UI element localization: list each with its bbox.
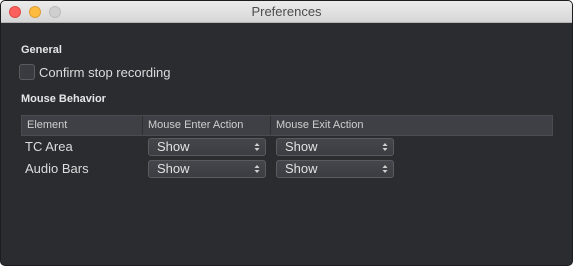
- general-heading: General: [21, 44, 62, 56]
- audio-bars-exit-action-select[interactable]: Show: [276, 160, 394, 178]
- tc-area-exit-action-select[interactable]: Show: [276, 138, 394, 156]
- up-down-arrows-icon: [254, 165, 260, 173]
- title-bar[interactable]: Preferences: [1, 1, 572, 23]
- confirm-stop-recording-option[interactable]: Confirm stop recording: [19, 63, 171, 81]
- column-header-element[interactable]: Element: [22, 116, 142, 135]
- select-value: Show: [157, 139, 190, 154]
- audio-bars-enter-action-select[interactable]: Show: [148, 160, 266, 178]
- confirm-stop-recording-checkbox[interactable]: [19, 64, 35, 80]
- column-header-mouse-enter-action[interactable]: Mouse Enter Action: [142, 116, 270, 135]
- confirm-stop-recording-label[interactable]: Confirm stop recording: [39, 65, 171, 80]
- mouse-behavior-heading: Mouse Behavior: [21, 93, 106, 105]
- column-header-mouse-exit-action[interactable]: Mouse Exit Action: [270, 116, 552, 135]
- element-name-tc-area: TC Area: [25, 139, 73, 154]
- tc-area-enter-action-select[interactable]: Show: [148, 138, 266, 156]
- window-title: Preferences: [251, 4, 322, 19]
- up-down-arrows-icon: [254, 143, 260, 151]
- select-value: Show: [157, 161, 190, 176]
- up-down-arrows-icon: [382, 143, 388, 151]
- preferences-window: Preferences General Confirm stop recordi…: [0, 0, 573, 266]
- select-value: Show: [285, 139, 318, 154]
- table-row: TC Area Show Show: [21, 136, 553, 158]
- element-name-audio-bars: Audio Bars: [25, 161, 89, 176]
- mouse-behavior-table-header: Element Mouse Enter Action Mouse Exit Ac…: [21, 115, 553, 136]
- table-row: Audio Bars Show Show: [21, 158, 553, 180]
- up-down-arrows-icon: [382, 165, 388, 173]
- select-value: Show: [285, 161, 318, 176]
